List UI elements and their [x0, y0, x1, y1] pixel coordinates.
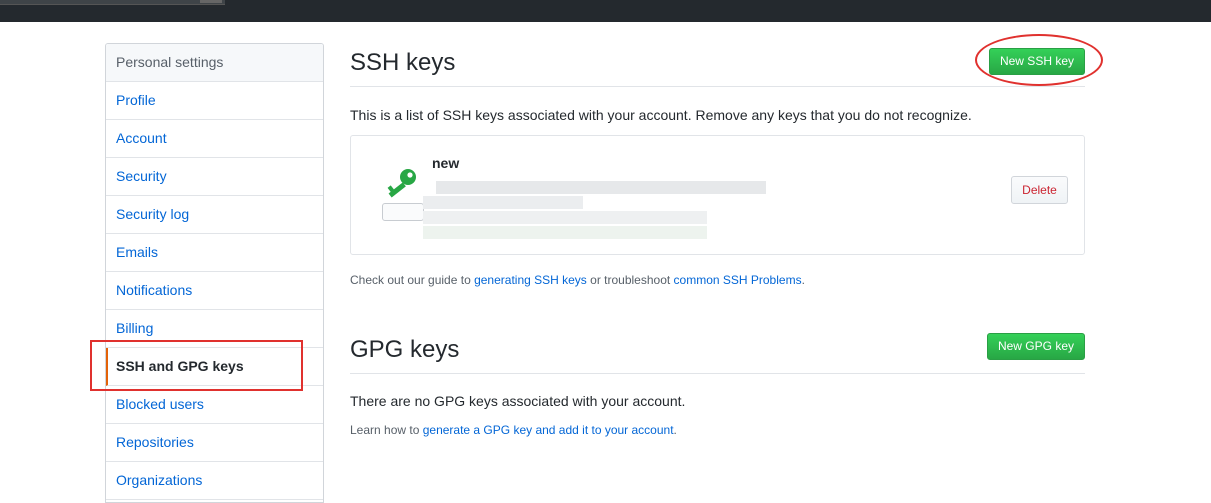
ssh-key-item: new Delete	[350, 135, 1085, 255]
sidebar-item-ssh-gpg-keys[interactable]: SSH and GPG keys	[106, 348, 323, 386]
sidebar-heading: Personal settings	[106, 44, 323, 82]
gpg-learn-prefix: Learn how to	[350, 423, 423, 437]
ssh-help-prefix: Check out our guide to	[350, 273, 475, 287]
sidebar-item-notifications[interactable]: Notifications	[106, 272, 323, 310]
sidebar-item-billing[interactable]: Billing	[106, 310, 323, 348]
ssh-section-title: SSH keys	[350, 49, 456, 76]
new-gpg-key-button[interactable]: New GPG key	[986, 333, 1085, 360]
generating-ssh-keys-link[interactable]: generating SSH keys	[474, 273, 587, 287]
sidebar-item-emails[interactable]: Emails	[106, 234, 323, 272]
gpg-section-header: GPG keys New GPG key	[350, 330, 1085, 374]
ssh-section-header: SSH keys New SSH key	[350, 43, 1085, 87]
search-shortcut-badge	[200, 0, 222, 3]
ssh-key-title: new	[432, 155, 460, 171]
sidebar-item-repositories[interactable]: Repositories	[106, 424, 323, 462]
settings-sidebar: Personal settings Profile Account Securi…	[105, 43, 324, 503]
gpg-learn-text: Learn how to generate a GPG key and add …	[350, 423, 677, 437]
gpg-section-title: GPG keys	[350, 336, 460, 363]
ssh-help-suffix: .	[801, 273, 805, 287]
top-navbar	[0, 0, 1211, 22]
ssh-type-badge	[382, 203, 424, 221]
gpg-empty-text: There are no GPG keys associated with yo…	[350, 393, 686, 409]
sidebar-item-security[interactable]: Security	[106, 158, 323, 196]
ssh-key-fingerprint-redacted	[436, 181, 766, 194]
delete-ssh-key-button[interactable]: Delete	[1011, 176, 1068, 204]
ssh-description: This is a list of SSH keys associated wi…	[350, 107, 972, 123]
sidebar-item-profile[interactable]: Profile	[106, 82, 323, 120]
sidebar-item-account[interactable]: Account	[106, 120, 323, 158]
ssh-key-lastused-redacted	[423, 211, 707, 224]
new-ssh-key-button[interactable]: New SSH key	[988, 48, 1085, 75]
common-ssh-problems-link[interactable]: common SSH Problems	[674, 273, 802, 287]
ssh-key-added-redacted	[423, 196, 583, 209]
ssh-help-text: Check out our guide to generating SSH ke…	[350, 273, 805, 287]
sidebar-item-organizations[interactable]: Organizations	[106, 462, 323, 500]
ssh-help-middle: or troubleshoot	[586, 273, 674, 287]
sidebar-item-blocked-users[interactable]: Blocked users	[106, 386, 323, 424]
gpg-learn-suffix: .	[673, 423, 677, 437]
key-icon	[387, 169, 416, 198]
generate-gpg-key-link[interactable]: generate a GPG key and add it to your ac…	[423, 423, 674, 437]
ssh-key-access-redacted	[423, 226, 707, 239]
search-field[interactable]	[0, 0, 225, 5]
sidebar-item-security-log[interactable]: Security log	[106, 196, 323, 234]
